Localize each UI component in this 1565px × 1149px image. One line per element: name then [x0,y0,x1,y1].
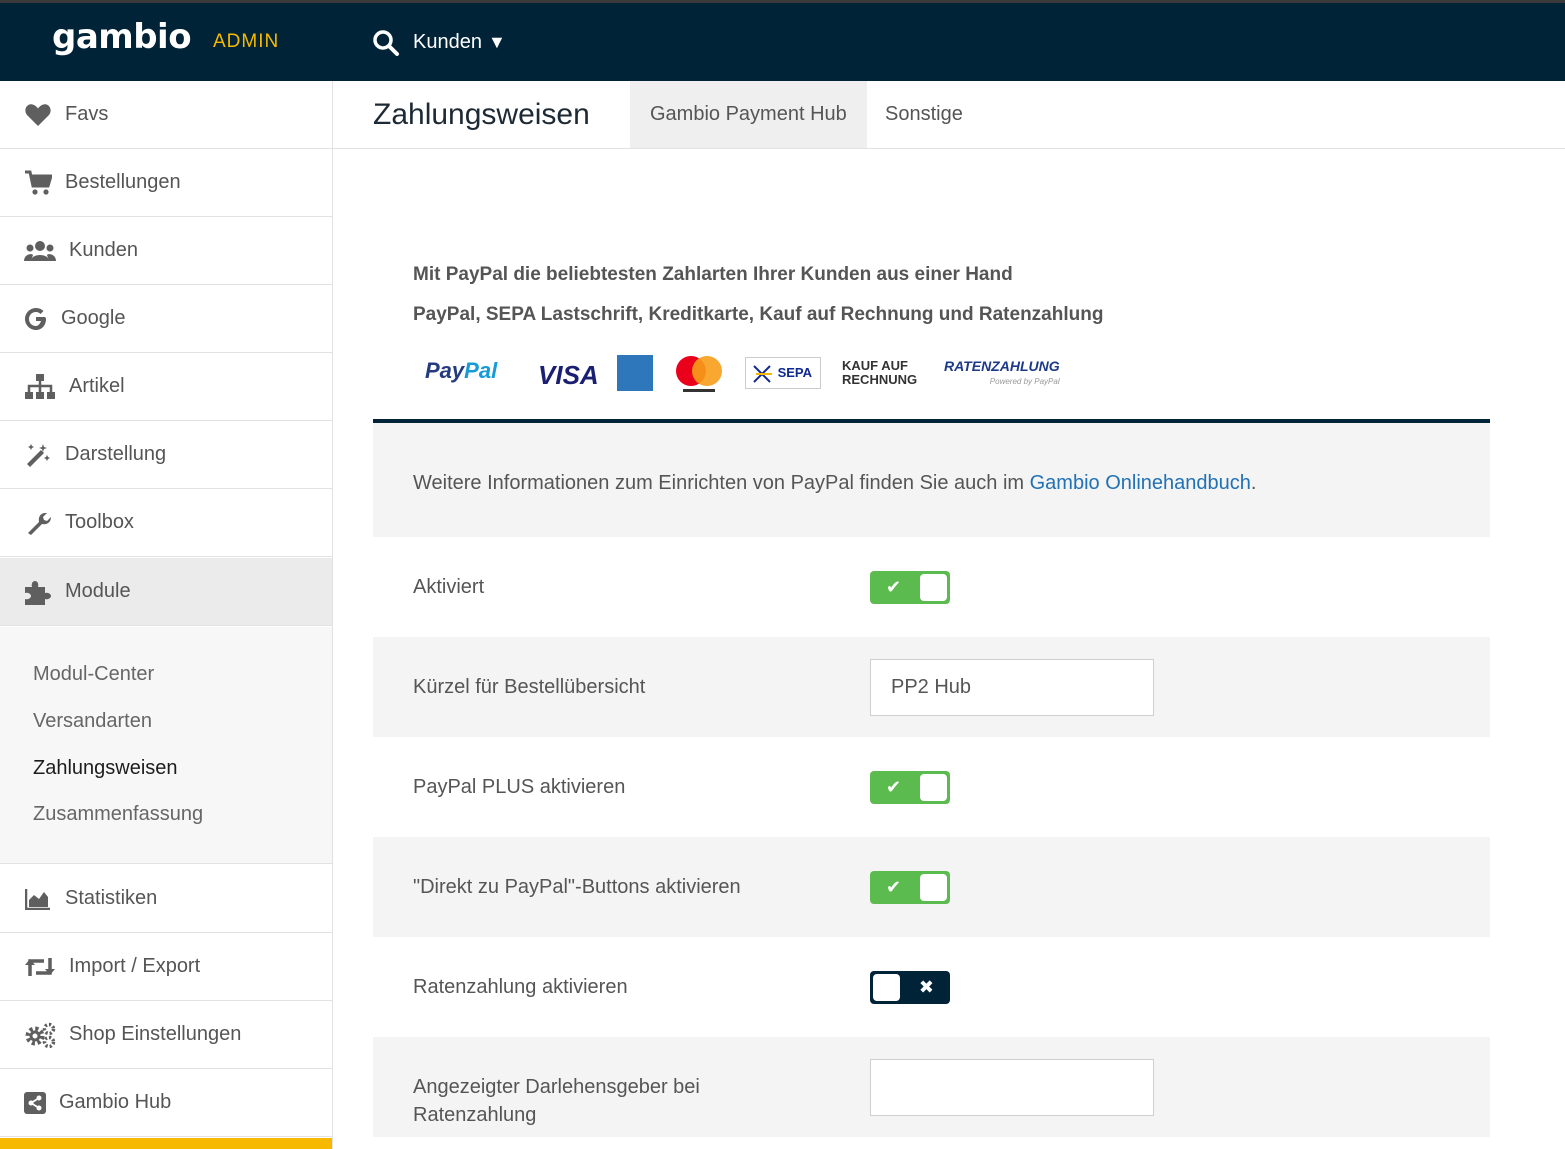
setting-label: Kürzel für Bestellübersicht [413,676,646,698]
submenu-modul-center[interactable]: Modul-Center [33,663,154,686]
sidebar-item-label: Kunden [69,239,138,261]
ratenzahlung-toggle[interactable]: ✖ [870,971,950,1004]
mastercard-logo [676,356,722,392]
submenu-versandarten[interactable]: Versandarten [33,710,152,733]
gambio-logo[interactable]: gambio [52,17,192,57]
sidebar-footer-strip [0,1138,332,1149]
page-header: Zahlungsweisen Gambio Payment Hub Sonsti… [333,81,1565,149]
users-icon [23,236,57,266]
tab-sonstige[interactable]: Sonstige [865,81,983,148]
visa-logo: VISA [538,360,599,390]
google-icon [23,304,49,334]
search-scope-dropdown[interactable]: Kunden ▼ [413,31,506,54]
ratenzahlung-logo: RATENZAHLUNG Powered by PayPal [944,358,1060,386]
heart-icon [23,100,53,130]
aktiviert-toggle[interactable]: ✔ [870,571,950,604]
sidebar-item-label: Artikel [69,375,125,397]
setting-label: Ratenzahlung aktivieren [413,976,628,998]
info-text: Weitere Informationen zum Einrichten von… [413,472,1257,494]
sidebar-item-label: Toolbox [65,511,134,533]
sidebar-item-bestellungen[interactable]: Bestellungen [0,149,332,217]
check-icon: ✔ [886,777,902,797]
kuerzel-input[interactable]: PP2 Hub [870,659,1154,716]
promo-subline: PayPal, SEPA Lastschrift, Kreditkarte, K… [413,304,1104,325]
setting-row-darlehensgeber: Angezeigter Darlehensgeber bei Ratenzahlu… [373,1037,1490,1137]
sidebar-item-label: Shop Einstellungen [69,1023,242,1045]
search-icon[interactable] [372,29,400,57]
search-scope-label: Kunden [413,31,482,53]
sidebar-item-google[interactable]: Google [0,285,332,353]
sidebar-item-module[interactable]: Module [0,558,332,626]
caret-down-icon: ▼ [487,32,506,52]
top-bar: gambio ADMIN Kunden ▼ [0,0,1565,81]
wrench-icon [23,508,53,538]
darlehensgeber-input[interactable] [870,1059,1154,1116]
sidebar-item-label: Module [65,580,131,602]
close-icon: ✖ [918,977,934,997]
setting-label: Angezeigter Darlehensgeber bei Ratenzahlu… [413,1076,700,1126]
submenu-zahlungsweisen[interactable]: Zahlungsweisen [33,757,178,780]
sidebar-item-shop-einstellungen[interactable]: Shop Einstellungen [0,1001,332,1069]
sidebar: Favs Bestellungen Kunden Google Artikel … [0,81,333,1149]
sidebar-item-label: Import / Export [69,955,201,977]
paypal-plus-toggle[interactable]: ✔ [870,771,950,804]
submenu-zusammenfassung[interactable]: Zusammenfassung [33,803,203,826]
puzzle-icon [23,577,53,607]
sidebar-item-label: Favs [65,103,109,125]
handbook-link[interactable]: Gambio Onlinehandbuch [1030,472,1251,494]
promo-headline: Mit PayPal die beliebtesten Zahlarten Ih… [413,264,1013,285]
check-icon: ✔ [886,577,902,597]
setting-label: Aktiviert [413,576,485,598]
page-title: Zahlungsweisen [373,98,590,131]
retweet-icon [23,952,57,982]
admin-label: ADMIN [213,31,280,52]
sidebar-item-kunden[interactable]: Kunden [0,217,332,285]
tab-gambio-payment-hub[interactable]: Gambio Payment Hub [630,81,867,148]
gears-icon [23,1020,57,1050]
sidebar-item-label: Darstellung [65,443,167,465]
sidebar-item-artikel[interactable]: Artikel [0,353,332,421]
cart-icon [23,168,53,198]
sidebar-item-label: Gambio Hub [59,1091,172,1113]
sidebar-item-label: Google [61,307,126,329]
sidebar-item-statistiken[interactable]: Statistiken [0,865,332,933]
module-submenu: Modul-Center Versandarten Zahlungsweisen… [0,627,332,864]
sidebar-item-import-export[interactable]: Import / Export [0,933,332,1001]
sidebar-item-darstellung[interactable]: Darstellung [0,421,332,489]
setting-row-paypal-plus: PayPal PLUS aktivieren ✔ [373,737,1490,837]
magic-wand-icon [23,440,53,470]
sepa-logo: SEPA [745,357,821,389]
setting-row-kuerzel: Kürzel für Bestellübersicht PP2 Hub [373,637,1490,737]
paypal-logo: PayPal [425,358,498,383]
share-icon [23,1088,47,1118]
sidebar-item-favs[interactable]: Favs [0,81,332,149]
sidebar-item-label: Statistiken [65,887,158,909]
amex-logo [617,355,653,391]
setting-label: "Direkt zu PayPal"-Buttons aktivieren [413,876,741,898]
setting-row-ratenzahlung: Ratenzahlung aktivieren ✖ [373,937,1490,1037]
sidebar-item-gambio-hub[interactable]: Gambio Hub [0,1069,332,1137]
info-panel: Weitere Informationen zum Einrichten von… [373,419,1490,537]
check-icon: ✔ [886,877,902,897]
sitemap-icon [23,372,57,402]
setting-row-direkt-paypal: "Direkt zu PayPal"-Buttons aktivieren ✔ [373,837,1490,937]
direkt-paypal-toggle[interactable]: ✔ [870,871,950,904]
area-chart-icon [23,884,53,914]
setting-label: PayPal PLUS aktivieren [413,776,626,798]
kauf-auf-rechnung-logo: KAUF AUF RECHNUNG [842,358,918,387]
sidebar-item-toolbox[interactable]: Toolbox [0,489,332,557]
sidebar-item-label: Bestellungen [65,171,181,193]
setting-row-aktiviert: Aktiviert ✔ [373,537,1490,637]
